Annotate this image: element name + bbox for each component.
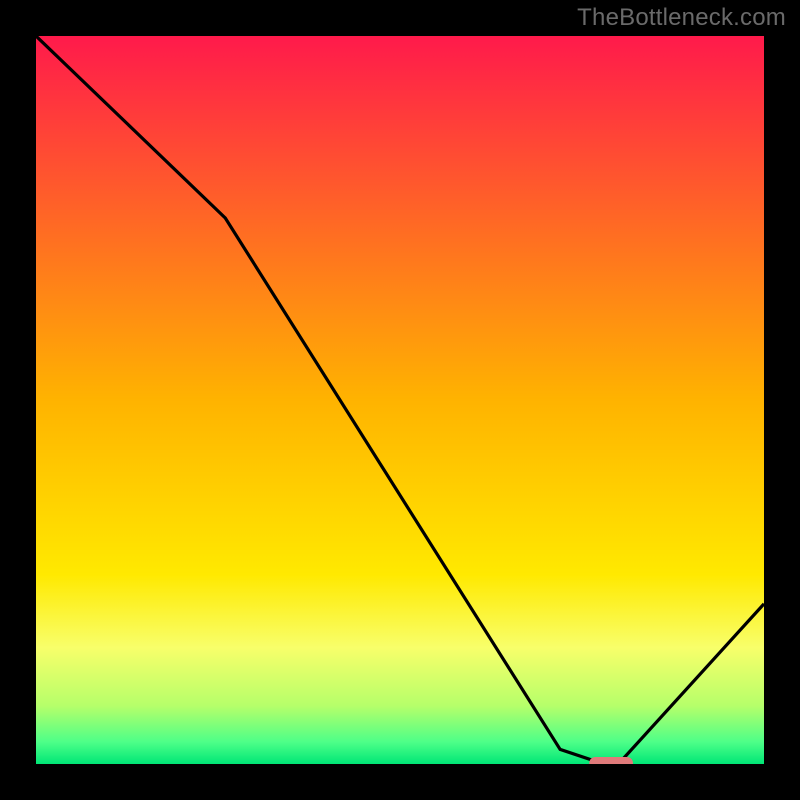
match-marker: [589, 757, 633, 769]
watermark-text: TheBottleneck.com: [577, 4, 786, 32]
bottleneck-chart: [0, 0, 800, 800]
chart-container: TheBottleneck.com: [0, 0, 800, 800]
plot-background: [36, 36, 764, 764]
